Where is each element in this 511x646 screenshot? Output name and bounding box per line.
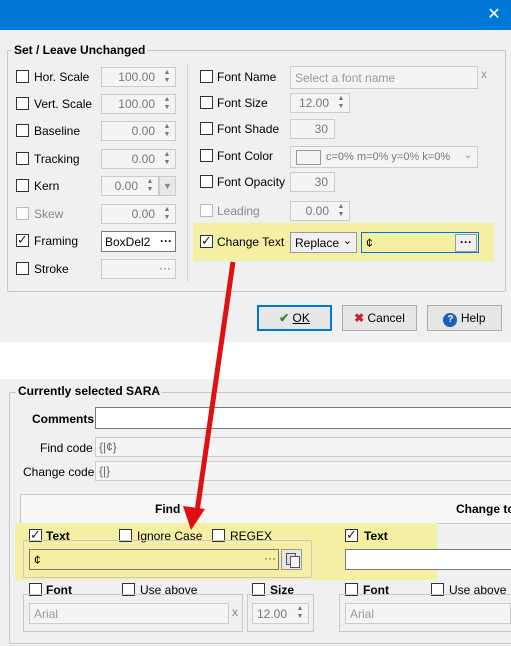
arrow-head bbox=[183, 506, 205, 530]
arrow-shaft bbox=[194, 261, 236, 513]
annotation-arrow bbox=[183, 261, 236, 530]
